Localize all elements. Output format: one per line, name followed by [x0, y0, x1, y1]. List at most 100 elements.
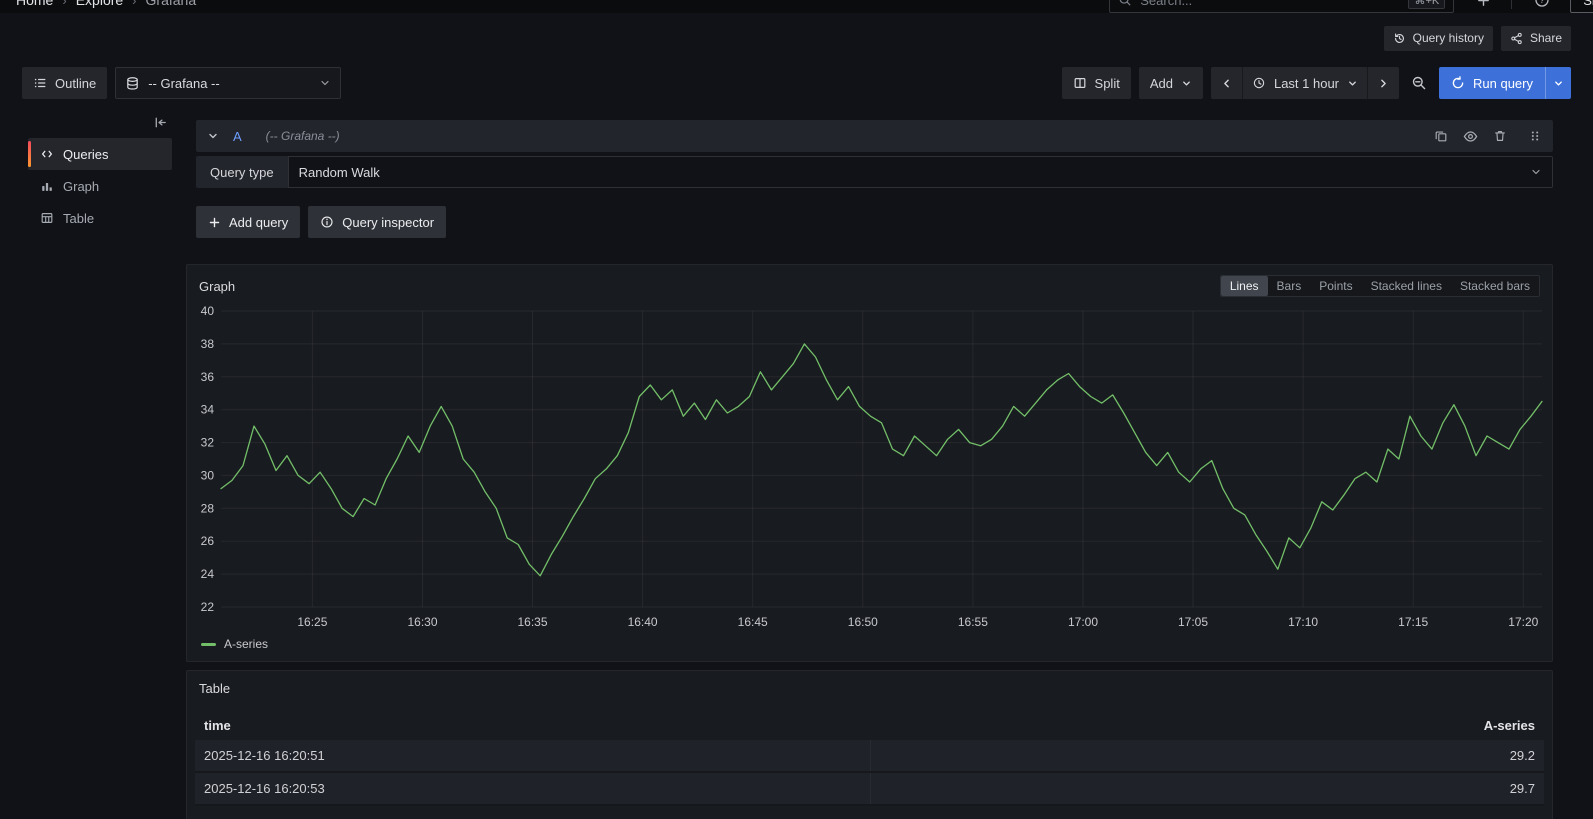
time-range-button[interactable]: Last 1 hour — [1241, 67, 1368, 99]
legend-swatch — [201, 642, 216, 646]
svg-text:17:15: 17:15 — [1398, 615, 1428, 629]
query-history-button[interactable]: Query history — [1383, 25, 1493, 51]
drag-query-handle[interactable] — [1528, 129, 1542, 143]
clock-icon — [1253, 77, 1265, 89]
sidebar-item-label: Table — [63, 210, 95, 226]
help-button[interactable]: ? — [1534, 0, 1550, 8]
chevron-down-icon — [1349, 81, 1356, 85]
share-label: Share — [1529, 31, 1562, 45]
time-shift-forward-button[interactable] — [1367, 67, 1400, 99]
run-query-label: Run query — [1473, 75, 1533, 91]
svg-text:17:00: 17:00 — [1068, 615, 1098, 629]
query-inspector-label: Query inspector — [342, 214, 435, 230]
datasource-picker[interactable]: -- Grafana -- — [115, 67, 342, 99]
svg-text:26: 26 — [201, 534, 215, 548]
graph-mode-bars[interactable]: Bars — [1268, 276, 1311, 296]
share-button[interactable]: Share — [1500, 25, 1571, 51]
graph-panel: Graph Lines Bars Points Stacked lines St… — [186, 264, 1553, 662]
graph-legend: A-series — [195, 633, 1544, 653]
svg-text:40: 40 — [201, 304, 215, 318]
breadcrumb-current: Grafana — [145, 0, 197, 8]
duplicate-query-button[interactable] — [1434, 129, 1448, 143]
new-button[interactable] — [1476, 0, 1491, 8]
query-row-header[interactable]: A (-- Grafana --) — [196, 120, 1553, 152]
outline-label: Outline — [55, 75, 97, 91]
outline-button[interactable]: Outline — [22, 67, 108, 99]
svg-text:32: 32 — [201, 436, 215, 450]
svg-text:?: ? — [1540, 0, 1545, 5]
eye-icon — [1463, 130, 1478, 142]
time-shift-back-button[interactable] — [1210, 67, 1242, 99]
search-icon — [1119, 0, 1131, 6]
chevron-down-icon — [1555, 81, 1562, 85]
graph-panel-title: Graph — [199, 278, 236, 294]
time-range-label: Last 1 hour — [1273, 75, 1340, 91]
explore-toolbar: Outline -- Grafana -- Split Add Last 1 h… — [0, 67, 1593, 99]
search-shortcut-badge: ⌘+K — [1408, 0, 1446, 9]
table-header-row: time A-series — [195, 710, 1544, 740]
svg-text:16:55: 16:55 — [958, 615, 988, 629]
column-header-a-series[interactable]: A-series — [870, 718, 1545, 733]
sidebar-item-graph[interactable]: Graph — [28, 170, 172, 202]
add-dropdown-button[interactable]: Add — [1138, 67, 1203, 99]
graph-mode-points[interactable]: Points — [1310, 276, 1361, 296]
column-header-time[interactable]: time — [195, 718, 870, 733]
breadcrumb-explore[interactable]: Explore — [76, 0, 123, 8]
graph-mode-stacked-bars[interactable]: Stacked bars — [1451, 276, 1539, 296]
table-icon — [41, 213, 53, 223]
hide-response-button[interactable] — [1463, 129, 1478, 144]
search-input[interactable]: Search... ⌘+K — [1109, 0, 1455, 13]
copy-icon — [1435, 131, 1447, 142]
graph-chart[interactable]: 22 24 26 28 30 32 34 36 38 40 16:25 16:30 16:35 16:40… — [195, 303, 1544, 633]
query-datasource-hint: (-- Grafana --) — [265, 129, 340, 143]
collapse-left-icon — [155, 117, 166, 128]
zoom-out-button[interactable] — [1411, 75, 1427, 91]
svg-text:24: 24 — [201, 567, 215, 581]
run-query-button[interactable]: Run query — [1439, 67, 1545, 99]
question-circle-icon: ? — [1535, 0, 1549, 7]
grip-icon — [1531, 131, 1539, 141]
run-query-dropdown-button[interactable] — [1545, 67, 1571, 99]
results-table: time A-series 2025-12-16 16:20:51 29.2 2… — [195, 710, 1544, 806]
remove-query-button[interactable] — [1493, 129, 1507, 143]
explore-workspace: Queries Graph Table A (-- Grafana --) Qu… — [0, 111, 1593, 819]
chevron-left-icon — [1224, 79, 1229, 87]
code-icon — [41, 150, 53, 158]
breadcrumb-home[interactable]: Home — [16, 0, 53, 8]
svg-text:34: 34 — [201, 403, 215, 417]
table-row: 2025-12-16 16:20:53 29.7 — [195, 773, 1544, 806]
query-row-actions — [1434, 129, 1542, 144]
graph-mode-lines[interactable]: Lines — [1220, 276, 1268, 296]
collapse-outline-button[interactable] — [153, 115, 168, 130]
graph-mode-stacked-lines[interactable]: Stacked lines — [1362, 276, 1451, 296]
legend-series-label[interactable]: A-series — [224, 637, 268, 651]
chevron-right-icon — [1381, 79, 1386, 87]
cell-value: 29.7 — [869, 773, 1545, 804]
query-type-select[interactable]: Random Walk — [287, 156, 1553, 188]
sign-in-button[interactable]: Sign in — [1570, 0, 1593, 13]
svg-text:16:25: 16:25 — [297, 615, 327, 629]
svg-text:17:05: 17:05 — [1178, 615, 1208, 629]
breadcrumb-separator: › — [62, 0, 67, 8]
svg-text:16:35: 16:35 — [517, 615, 547, 629]
svg-text:36: 36 — [201, 370, 215, 384]
query-inspector-button[interactable]: Query inspector — [308, 206, 447, 238]
chevron-down-icon — [1183, 81, 1190, 85]
breadcrumb: Home › Explore › Grafana — [16, 0, 196, 8]
time-picker: Last 1 hour — [1210, 67, 1400, 99]
bar-chart-icon — [42, 182, 52, 191]
sidebar-item-table[interactable]: Table — [28, 202, 172, 234]
add-query-button[interactable]: Add query — [196, 206, 301, 238]
share-icon — [1511, 32, 1522, 44]
run-query-split-button: Run query — [1439, 67, 1571, 99]
collapse-query-button[interactable] — [207, 130, 219, 142]
sidebar-item-label: Graph — [63, 178, 100, 194]
datasource-icon — [127, 76, 138, 90]
svg-text:17:10: 17:10 — [1288, 615, 1318, 629]
svg-text:16:50: 16:50 — [848, 615, 878, 629]
query-type-label: Query type — [196, 156, 288, 188]
svg-text:16:45: 16:45 — [738, 615, 768, 629]
split-button[interactable]: Split — [1061, 67, 1131, 99]
cell-value: 29.2 — [869, 740, 1545, 771]
sidebar-item-queries[interactable]: Queries — [28, 138, 172, 170]
